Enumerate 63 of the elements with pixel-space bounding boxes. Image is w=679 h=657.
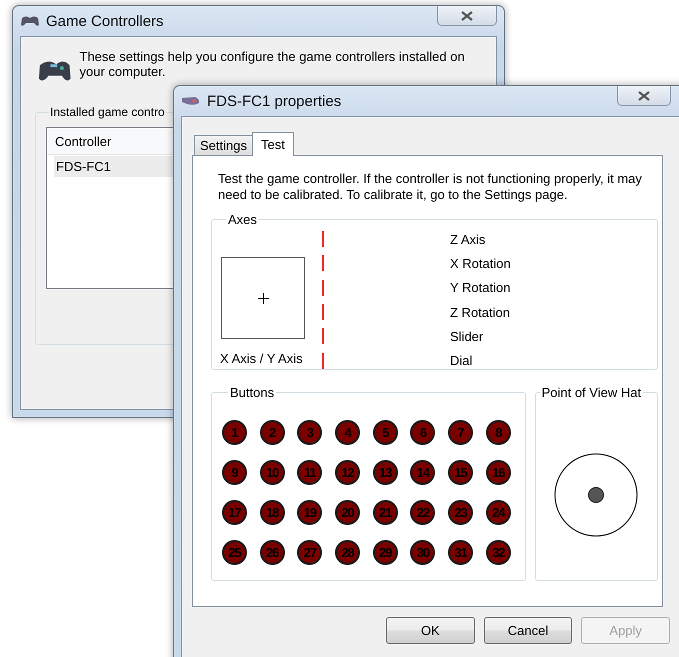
button-indicator: 21 [372, 500, 398, 525]
button-indicator: 19 [297, 500, 322, 525]
button-indicator: 30 [410, 540, 436, 565]
group-label: Installed game contro [49, 105, 166, 119]
window-title: FDS-FC1 properties [207, 92, 342, 110]
button-indicator: 11 [297, 460, 322, 485]
close-button[interactable] [437, 6, 497, 26]
button-indicator: 15 [448, 460, 474, 485]
button-indicator: 14 [410, 460, 436, 485]
dialog-button[interactable]: Cancel [484, 617, 572, 644]
group-label: Point of View Hat [540, 385, 642, 400]
button-indicator: 24 [486, 500, 511, 525]
close-icon [461, 10, 473, 20]
button-indicator: 29 [372, 540, 398, 565]
axis-label: Slider [450, 328, 484, 344]
button-indicator: 1 [222, 420, 247, 445]
axis-label: Z Axis [450, 232, 486, 247]
button-indicator: 10 [260, 460, 285, 485]
axis-label: X Axis / Y Axis [220, 351, 304, 366]
close-icon [638, 90, 650, 100]
button-indicator: 25 [222, 540, 247, 565]
axis-indicator [322, 352, 324, 369]
button-indicator: 8 [486, 420, 511, 445]
button-indicator: 32 [486, 540, 511, 565]
button-indicator: 6 [410, 420, 436, 445]
description-text: Test the game controller. If the controller is not functioning properly, it may need to be calibrated. To calibrate it, go to the Settings page. [218, 171, 643, 203]
axis-label: Dial [450, 353, 472, 368]
axis-indicator [322, 304, 324, 320]
button-indicator: 28 [335, 540, 360, 565]
group-label: Axes [227, 212, 258, 227]
button-indicator: 20 [335, 500, 360, 525]
axis-label: Z Rotation [450, 304, 510, 320]
crosshair-icon [258, 292, 268, 304]
axis-indicator [322, 280, 324, 296]
column-header[interactable]: Controller [55, 134, 112, 148]
close-button[interactable] [617, 86, 671, 106]
button-indicator: 2 [260, 420, 285, 445]
dialog-button[interactable]: OK [386, 617, 475, 644]
group-label: Buttons [229, 385, 276, 400]
axis-label: Y Rotation [450, 280, 510, 296]
axis-label: X Rotation [450, 256, 511, 271]
axis-indicator [322, 255, 324, 272]
axis-indicator [322, 231, 324, 248]
button-indicator: 31 [448, 540, 474, 565]
button-indicator: 9 [222, 460, 247, 485]
button-indicator: 7 [448, 420, 474, 445]
button-indicator: 3 [297, 420, 322, 445]
button-indicator: 26 [260, 540, 285, 565]
button-indicator: 22 [410, 500, 436, 525]
intro-text: These settings help you configure the game controllers installed on your computer. [80, 49, 466, 79]
button-indicator: 4 [335, 420, 360, 445]
button-indicator: 27 [297, 540, 322, 565]
tab[interactable]: Settings [194, 135, 253, 155]
button-indicator: 5 [372, 420, 398, 445]
button-indicator: 18 [260, 500, 285, 525]
button-indicator: 23 [448, 500, 474, 525]
tab[interactable]: Test [252, 132, 294, 156]
button-indicator: 12 [335, 460, 360, 485]
axis-indicator [322, 328, 324, 344]
window-title: Game Controllers [46, 12, 164, 30]
button-indicator: 17 [222, 500, 247, 525]
button-indicator: 16 [486, 460, 511, 485]
button-indicator: 13 [372, 460, 398, 485]
